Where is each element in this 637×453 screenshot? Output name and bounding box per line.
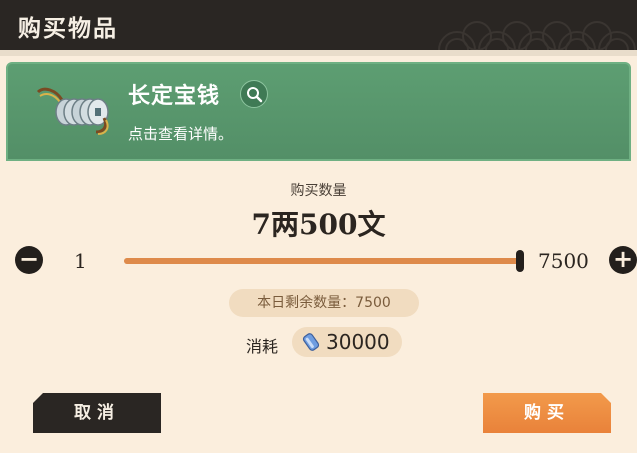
slider-max-value: 7500 (538, 249, 589, 273)
cancel-button[interactable]: 取消 (33, 393, 161, 433)
cloud-pattern-decoration (438, 21, 636, 50)
cost-pill: 30000 (292, 327, 402, 357)
title-divider (0, 50, 637, 56)
dialog-title-bar: 购买物品 (0, 0, 637, 50)
plus-icon: + (612, 245, 634, 273)
slider-min-value: 1 (74, 249, 87, 273)
cost-value: 30000 (326, 330, 390, 354)
slider-handle[interactable] (516, 250, 524, 272)
item-description[interactable]: 点击查看详情。 (128, 123, 233, 144)
jade-gem-icon (302, 333, 320, 351)
coin-string-icon (36, 87, 109, 135)
buy-button[interactable]: 购买 (483, 393, 611, 433)
decrease-button[interactable]: − (15, 246, 43, 274)
increase-button[interactable]: + (609, 246, 637, 274)
slider-fill (124, 258, 520, 264)
purchase-amount: 7两500文 (251, 208, 386, 241)
quantity-label: 购买数量 (290, 183, 347, 199)
remaining-quantity-badge: 本日剩余数量：7500 (229, 289, 419, 317)
dialog-title: 购买物品 (18, 15, 118, 42)
item-info-button[interactable] (240, 80, 268, 108)
item-card[interactable]: 长定宝钱 点击查看详情。 (6, 62, 631, 161)
consume-label: 消耗 (246, 337, 279, 356)
quantity-slider[interactable] (124, 258, 520, 264)
item-name: 长定宝钱 (128, 83, 221, 109)
magnifier-icon (247, 87, 263, 103)
minus-icon: − (18, 245, 40, 273)
